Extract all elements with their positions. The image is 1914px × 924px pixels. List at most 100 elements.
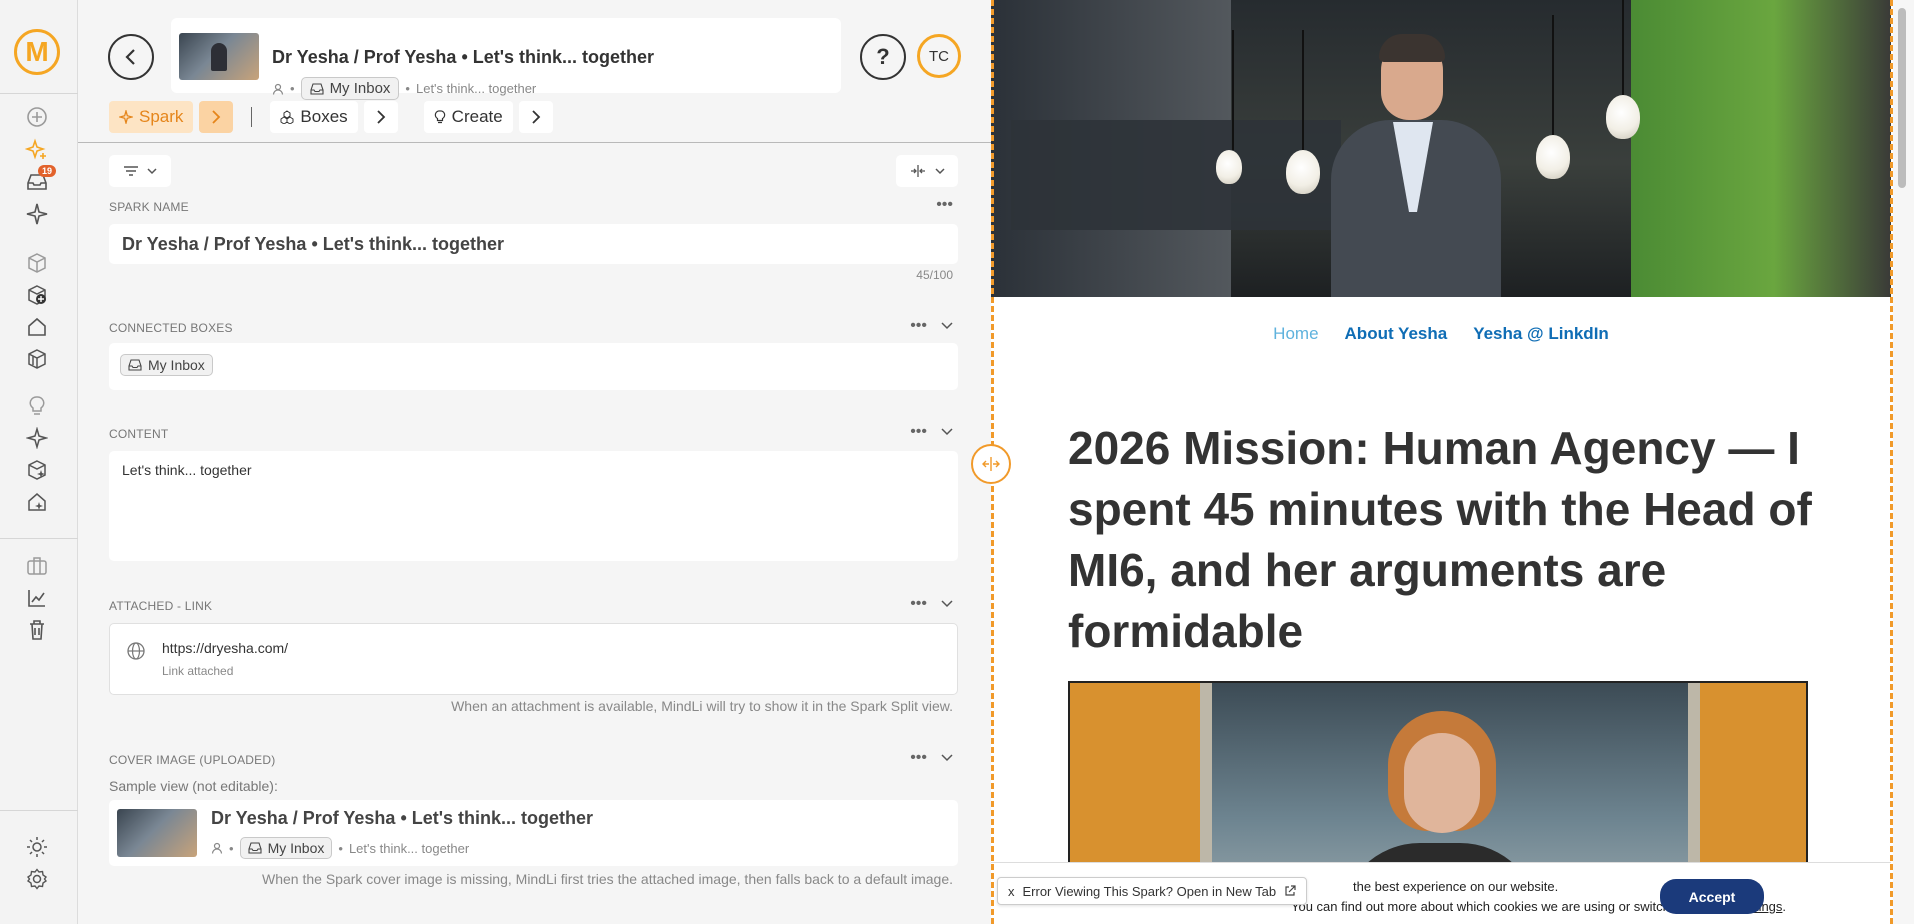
split-resize-handle[interactable] bbox=[971, 444, 1011, 484]
scrollbar-thumb[interactable] bbox=[1898, 8, 1906, 188]
box-icon[interactable] bbox=[24, 250, 50, 276]
user-avatar[interactable]: TC bbox=[917, 34, 961, 78]
chevron-right-icon bbox=[532, 110, 540, 124]
spark-outline-icon[interactable] bbox=[24, 425, 50, 451]
spark-thumbnail bbox=[179, 33, 259, 80]
chevron-down-icon[interactable] bbox=[941, 322, 953, 330]
cover-sample-card: Dr Yesha / Prof Yesha • Let's think... t… bbox=[109, 800, 958, 866]
rail-divider bbox=[0, 538, 78, 539]
spark-name-field[interactable]: Dr Yesha / Prof Yesha • Let's think... t… bbox=[109, 224, 958, 264]
connected-boxes-label: CONNECTED BOXES bbox=[109, 321, 233, 335]
spark-toolbar: Spark Boxes Create bbox=[109, 101, 553, 133]
content-field[interactable]: Let's think... together bbox=[109, 451, 958, 561]
cover-sample-label: Sample view (not editable): bbox=[109, 778, 278, 794]
cover-image-label: COVER IMAGE (UPLOADED) bbox=[109, 753, 276, 767]
open-in-new-tab-text[interactable]: Error Viewing This Spark? Open in New Ta… bbox=[1023, 884, 1277, 899]
sun-icon[interactable] bbox=[24, 834, 50, 860]
spark-name-count: 45/100 bbox=[916, 268, 953, 282]
person-icon bbox=[272, 83, 284, 95]
add-circle-icon[interactable] bbox=[24, 104, 50, 130]
attached-link-card[interactable]: https://dryesha.com/ Link attached bbox=[109, 623, 958, 695]
spark-add-icon[interactable] bbox=[24, 137, 50, 163]
chevron-right-icon bbox=[377, 110, 385, 124]
create-button[interactable]: Create bbox=[423, 101, 513, 133]
spark-name-label: SPARK NAME bbox=[109, 200, 189, 214]
person-icon bbox=[211, 842, 223, 854]
chevron-left-icon bbox=[125, 49, 135, 65]
home-icon[interactable] bbox=[24, 314, 50, 340]
spark-web-preview[interactable]: Home About Yesha Yesha @ LinkdIn 2026 Mi… bbox=[991, 0, 1891, 924]
inbox-icon bbox=[248, 842, 262, 854]
more-options-icon[interactable]: ••• bbox=[936, 196, 953, 214]
left-rail: M 19 bbox=[0, 0, 78, 924]
boxes-expand-button[interactable] bbox=[363, 101, 398, 133]
box-add-icon[interactable] bbox=[24, 282, 50, 308]
lightbulb-icon[interactable] bbox=[24, 393, 50, 419]
inbox-icon bbox=[310, 82, 324, 95]
connected-box-chip[interactable]: My Inbox bbox=[120, 354, 213, 376]
globe-icon bbox=[127, 642, 145, 660]
create-expand-button[interactable] bbox=[518, 101, 553, 133]
nav-about-link[interactable]: About Yesha bbox=[1345, 324, 1448, 344]
speaker-figure bbox=[1321, 30, 1511, 297]
content-value[interactable]: Let's think... together bbox=[122, 462, 252, 478]
help-button[interactable]: ? bbox=[860, 34, 906, 80]
article-title[interactable]: 2026 Mission: Human Agency — I spent 45 … bbox=[1068, 418, 1828, 662]
filter-dropdown[interactable] bbox=[109, 155, 171, 187]
inbox-chip[interactable]: My Inbox bbox=[300, 77, 400, 100]
chevron-down-icon[interactable] bbox=[941, 428, 953, 436]
settings-icon[interactable] bbox=[24, 866, 50, 892]
inbox-icon[interactable]: 19 bbox=[24, 165, 56, 195]
split-view-dropdown[interactable] bbox=[896, 155, 958, 187]
attached-link-url[interactable]: https://dryesha.com/ bbox=[162, 640, 288, 656]
attached-link-status: Link attached bbox=[162, 664, 234, 678]
home-spark-icon[interactable] bbox=[24, 489, 50, 515]
close-icon[interactable]: x bbox=[1008, 884, 1015, 899]
sparkles-icon[interactable] bbox=[24, 201, 50, 227]
cookie-banner: the best experience on our website. You … bbox=[991, 862, 1891, 924]
spark-editor-panel: Dr Yesha / Prof Yesha • Let's think... t… bbox=[78, 0, 991, 924]
more-options-icon[interactable]: ••• bbox=[910, 317, 927, 335]
lightbulb-icon bbox=[434, 110, 445, 124]
spark-button[interactable]: Spark bbox=[109, 101, 194, 133]
back-button[interactable] bbox=[108, 34, 154, 80]
trash-icon[interactable] bbox=[24, 617, 50, 643]
more-options-icon[interactable]: ••• bbox=[910, 423, 927, 441]
resize-arrows-icon bbox=[982, 457, 1000, 471]
chevron-down-icon[interactable] bbox=[941, 754, 953, 762]
chevron-right-icon bbox=[212, 110, 221, 124]
more-options-icon[interactable]: ••• bbox=[910, 595, 927, 613]
content-label: CONTENT bbox=[109, 427, 169, 441]
nav-linkedin-link[interactable]: Yesha @ LinkdIn bbox=[1473, 324, 1609, 344]
hero-photo bbox=[991, 0, 1891, 297]
more-options-icon[interactable]: ••• bbox=[910, 749, 927, 767]
box-stack-icon[interactable] bbox=[24, 346, 50, 372]
boxes-button[interactable]: Boxes bbox=[270, 101, 358, 133]
chevron-down-icon bbox=[935, 168, 945, 175]
mindli-logo[interactable]: M bbox=[14, 29, 60, 75]
filter-icon bbox=[124, 166, 138, 176]
spark-header-card: Dr Yesha / Prof Yesha • Let's think... t… bbox=[171, 18, 841, 100]
attached-link-label: ATTACHED - LINK bbox=[109, 599, 213, 613]
content-tools: ••• bbox=[910, 423, 953, 441]
attached-link-tools: ••• bbox=[910, 595, 953, 613]
spark-header-subtitle: Let's think... together bbox=[415, 81, 537, 96]
box-spark-icon[interactable] bbox=[24, 457, 50, 483]
briefcase-icon[interactable] bbox=[24, 553, 50, 579]
chart-icon[interactable] bbox=[24, 585, 50, 611]
site-nav: Home About Yesha Yesha @ LinkdIn bbox=[991, 324, 1891, 344]
chevron-down-icon[interactable] bbox=[941, 600, 953, 608]
accept-cookies-button[interactable]: Accept bbox=[1660, 879, 1764, 914]
spark-icon bbox=[119, 110, 133, 124]
spark-header-meta: • My Inbox • Let's think... together bbox=[272, 77, 536, 100]
toolbar-separator bbox=[78, 142, 991, 143]
spark-expand-button[interactable] bbox=[199, 101, 234, 133]
open-in-new-tab-pill[interactable]: x Error Viewing This Spark? Open in New … bbox=[997, 877, 1308, 905]
attached-link-hint: When an attachment is available, MindLi … bbox=[451, 698, 953, 714]
inbox-count-badge: 19 bbox=[37, 165, 56, 177]
preview-scrollbar[interactable] bbox=[1893, 0, 1914, 924]
connected-boxes-field[interactable]: My Inbox bbox=[109, 343, 958, 390]
spark-name-value[interactable]: Dr Yesha / Prof Yesha • Let's think... t… bbox=[122, 234, 504, 255]
toolbar-divider bbox=[251, 107, 253, 127]
nav-home-link[interactable]: Home bbox=[1273, 324, 1318, 344]
